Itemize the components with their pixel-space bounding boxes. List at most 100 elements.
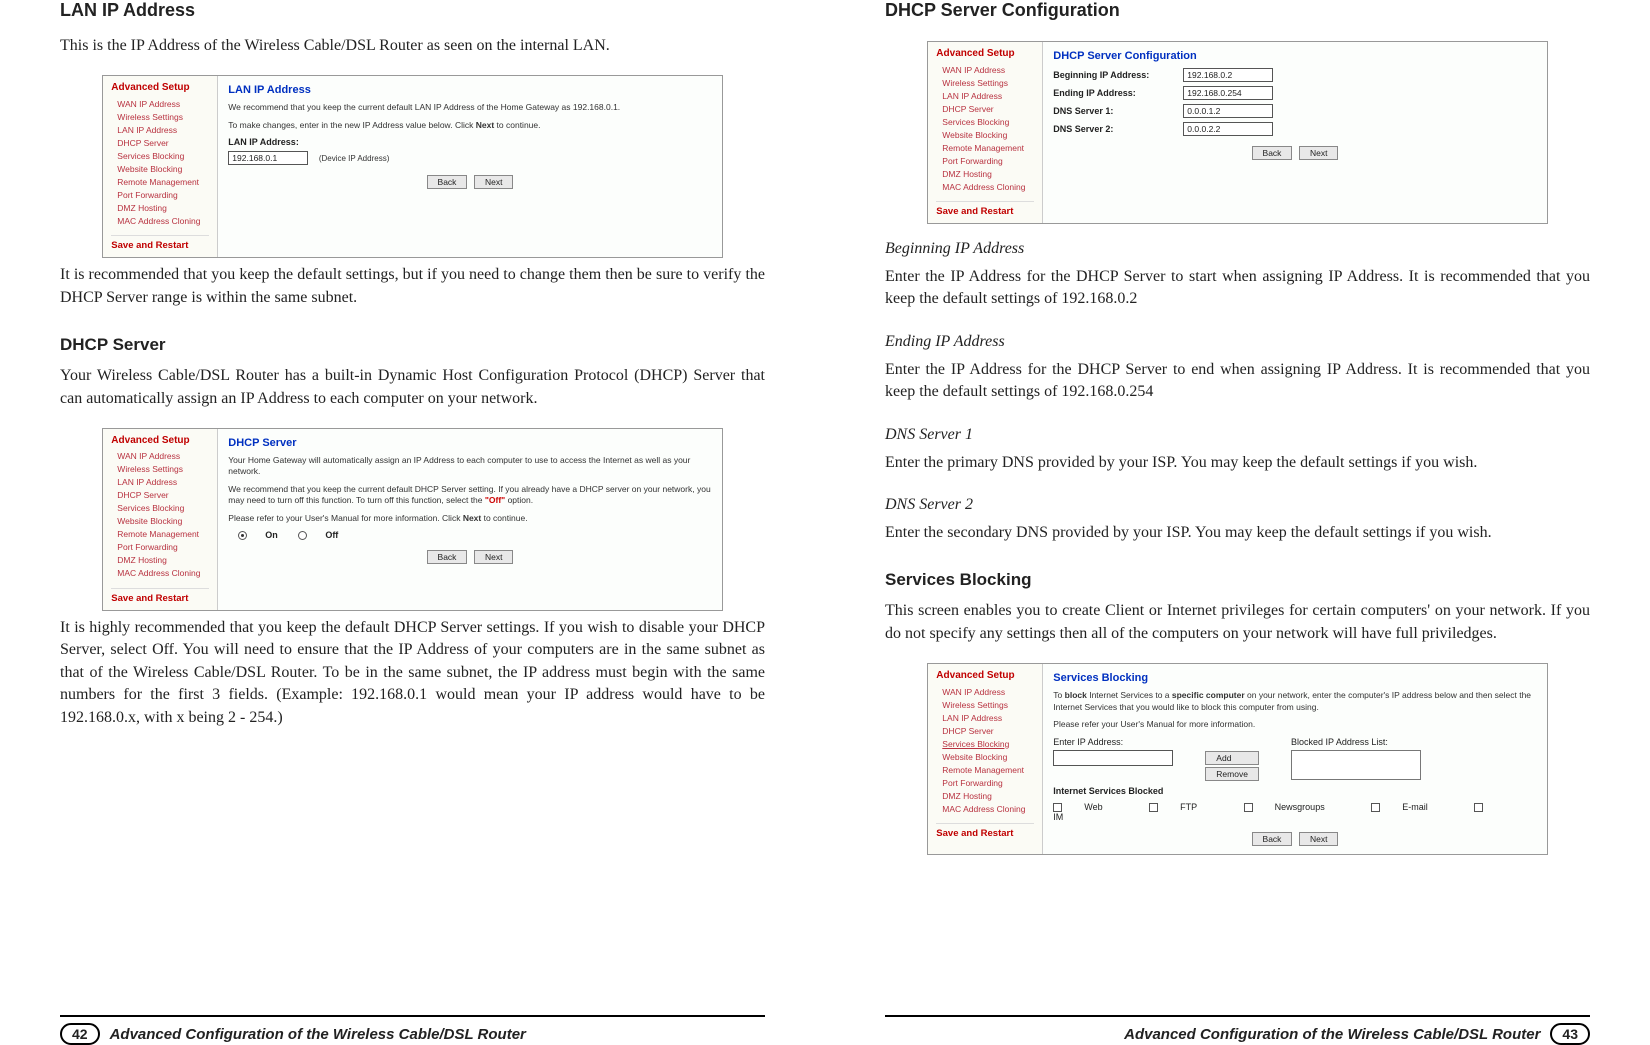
blocked-ip-list[interactable] <box>1291 750 1421 780</box>
heading-lan-ip: LAN IP Address <box>60 0 765 21</box>
field-label: Blocked IP Address List: <box>1291 737 1421 747</box>
sidebar-item[interactable]: WAN IP Address <box>936 685 1034 698</box>
panel-text: Please refer your User's Manual for more… <box>1053 719 1536 730</box>
sidebar-save-restart[interactable]: Save and Restart <box>111 235 209 251</box>
checkbox-icon <box>1474 803 1483 812</box>
page-footer: Advanced Configuration of the Wireless C… <box>885 1015 1590 1045</box>
checkbox-email[interactable]: E-mail <box>1371 802 1450 812</box>
remove-button[interactable]: Remove <box>1205 767 1259 781</box>
sidebar-item[interactable]: MAC Address Cloning <box>936 802 1034 815</box>
field-hint: (Device IP Address) <box>319 154 390 163</box>
sidebar-item[interactable]: Website Blocking <box>936 750 1034 763</box>
sidebar-item[interactable]: DMZ Hosting <box>111 554 209 567</box>
dns1-input[interactable]: 0.0.0.1.2 <box>1183 104 1273 118</box>
sidebar-title: Advanced Setup <box>936 670 1034 681</box>
sidebar-item[interactable]: Port Forwarding <box>936 776 1034 789</box>
sidebar-item[interactable]: DMZ Hosting <box>936 789 1034 802</box>
next-button[interactable]: Next <box>474 550 513 564</box>
sidebar-item[interactable]: Wireless Settings <box>936 76 1034 89</box>
sidebar-save-restart[interactable]: Save and Restart <box>936 823 1034 839</box>
sidebar-item[interactable]: Port Forwarding <box>111 188 209 201</box>
field-label: Ending IP Address: <box>1053 88 1183 98</box>
sidebar-item[interactable]: Website Blocking <box>111 515 209 528</box>
screenshot-sidebar: Advanced Setup WAN IP Address Wireless S… <box>103 76 218 257</box>
enter-ip-column: Enter IP Address: <box>1053 737 1173 766</box>
sidebar-item[interactable]: Services Blocking <box>936 115 1034 128</box>
footer-title: Advanced Configuration of the Wireless C… <box>110 1026 526 1043</box>
sidebar-item[interactable]: MAC Address Cloning <box>111 567 209 580</box>
checkbox-icon <box>1244 803 1253 812</box>
next-button[interactable]: Next <box>1299 832 1338 846</box>
page-number: 43 <box>1550 1023 1590 1045</box>
ending-ip-input[interactable]: 192.168.0.254 <box>1183 86 1273 100</box>
sidebar-item[interactable]: LAN IP Address <box>111 123 209 136</box>
lan-ip-input[interactable]: 192.168.0.1 <box>228 151 308 165</box>
checkbox-ftp[interactable]: FTP <box>1149 802 1219 812</box>
sidebar-item[interactable]: DHCP Server <box>936 102 1034 115</box>
sidebar-item[interactable]: Services Blocking <box>111 502 209 515</box>
sidebar-item[interactable]: Services Blocking <box>936 737 1034 750</box>
beginning-ip-input[interactable]: 192.168.0.2 <box>1183 68 1273 82</box>
sidebar-item[interactable]: Remote Management <box>111 528 209 541</box>
sidebar-item[interactable]: DHCP Server <box>111 136 209 149</box>
back-button[interactable]: Back <box>1252 832 1293 846</box>
add-button[interactable]: Add <box>1205 751 1259 765</box>
sidebar-item[interactable]: Remote Management <box>936 141 1034 154</box>
sidebar-save-restart[interactable]: Save and Restart <box>111 588 209 604</box>
radio-on[interactable]: On <box>238 530 278 540</box>
back-button[interactable]: Back <box>427 550 468 564</box>
sidebar-title: Advanced Setup <box>111 435 209 446</box>
screenshot-main: DHCP Server Configuration Beginning IP A… <box>1043 42 1546 223</box>
sidebar-item[interactable]: Port Forwarding <box>936 154 1034 167</box>
panel-text: Please refer to your User's Manual for m… <box>228 513 711 524</box>
sidebar-item[interactable]: Services Blocking <box>111 149 209 162</box>
panel-title: DHCP Server <box>228 437 711 449</box>
sidebar-item[interactable]: Wireless Settings <box>111 110 209 123</box>
sidebar-item[interactable]: LAN IP Address <box>111 476 209 489</box>
sidebar-item[interactable]: MAC Address Cloning <box>111 214 209 227</box>
body-text: It is recommended that you keep the defa… <box>60 264 765 309</box>
sidebar-item[interactable]: Website Blocking <box>936 128 1034 141</box>
sidebar-item[interactable]: Wireless Settings <box>936 698 1034 711</box>
subheading-dns2: DNS Server 2 <box>885 496 1590 514</box>
panel-text: We recommend that you keep the current d… <box>228 102 711 113</box>
config-row: Beginning IP Address:192.168.0.2 <box>1053 68 1536 82</box>
sidebar-item[interactable]: WAN IP Address <box>111 450 209 463</box>
sidebar-list: WAN IP Address Wireless Settings LAN IP … <box>936 685 1034 815</box>
checkbox-newsgroups[interactable]: Newsgroups <box>1244 802 1347 812</box>
back-button[interactable]: Back <box>1252 146 1293 160</box>
sidebar-item[interactable]: LAN IP Address <box>936 89 1034 102</box>
sidebar-item[interactable]: Remote Management <box>936 763 1034 776</box>
heading-dhcp-server: DHCP Server <box>60 335 765 355</box>
sidebar-save-restart[interactable]: Save and Restart <box>936 201 1034 217</box>
button-row: Back Next <box>228 550 711 564</box>
next-button[interactable]: Next <box>1299 146 1338 160</box>
dns2-input[interactable]: 0.0.0.2.2 <box>1183 122 1273 136</box>
sidebar-item[interactable]: Website Blocking <box>111 162 209 175</box>
body-text: It is highly recommended that you keep t… <box>60 617 765 729</box>
checkbox-icon <box>1053 803 1062 812</box>
sidebar-item[interactable]: DHCP Server <box>936 724 1034 737</box>
body-text: Your Wireless Cable/DSL Router has a bui… <box>60 365 765 410</box>
screenshot-main: DHCP Server Your Home Gateway will autom… <box>218 429 721 610</box>
config-row: Ending IP Address:192.168.0.254 <box>1053 86 1536 100</box>
sidebar-item[interactable]: Port Forwarding <box>111 541 209 554</box>
sidebar-item[interactable]: Wireless Settings <box>111 463 209 476</box>
back-button[interactable]: Back <box>427 175 468 189</box>
checkbox-web[interactable]: Web <box>1053 802 1124 812</box>
sidebar-item[interactable]: DMZ Hosting <box>936 167 1034 180</box>
field-label: DNS Server 2: <box>1053 124 1183 134</box>
next-button[interactable]: Next <box>474 175 513 189</box>
sidebar-item[interactable]: LAN IP Address <box>936 711 1034 724</box>
sidebar-item[interactable]: WAN IP Address <box>111 97 209 110</box>
sidebar-item[interactable]: WAN IP Address <box>936 63 1034 76</box>
sb-ip-row: Enter IP Address: Add Remove Blocked IP … <box>1053 737 1536 781</box>
sidebar-item[interactable]: MAC Address Cloning <box>936 180 1034 193</box>
enter-ip-input[interactable] <box>1053 750 1173 766</box>
radio-off[interactable]: Off <box>298 530 338 540</box>
subheading-beginning-ip: Beginning IP Address <box>885 240 1590 258</box>
screenshot-sidebar: Advanced Setup WAN IP Address Wireless S… <box>928 664 1043 854</box>
sidebar-item[interactable]: Remote Management <box>111 175 209 188</box>
sidebar-item[interactable]: DMZ Hosting <box>111 201 209 214</box>
sidebar-item[interactable]: DHCP Server <box>111 489 209 502</box>
